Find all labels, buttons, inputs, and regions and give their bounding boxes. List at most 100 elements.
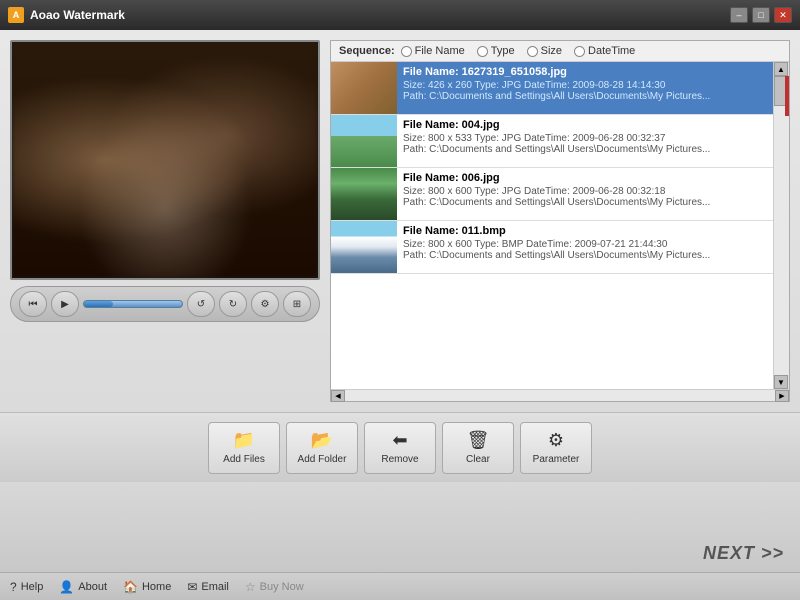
add-files-icon: 📁 xyxy=(233,430,255,451)
title-bar: A Aoao Watermark – □ ✕ xyxy=(0,0,800,30)
add-folder-icon: 📂 xyxy=(311,430,333,451)
add-folder-button[interactable]: 📂 Add Folder xyxy=(286,422,358,474)
help-link[interactable]: ? Help xyxy=(10,580,43,594)
file-list-area: File Name: 1627319_651058.jpgSize: 426 x… xyxy=(331,62,789,389)
progress-bar[interactable] xyxy=(83,300,183,308)
file-meta-2: Size: 800 x 600 Type: JPG DateTime: 2009… xyxy=(403,186,767,197)
sequence-size[interactable]: Size xyxy=(527,45,562,57)
prev-button[interactable]: ⏮ xyxy=(19,291,47,317)
file-thumb-1 xyxy=(331,115,397,167)
sequence-size-label: Size xyxy=(541,45,562,57)
add-files-button[interactable]: 📁 Add Files xyxy=(208,422,280,474)
file-path-2: Path: C:\Documents and Settings\All User… xyxy=(403,197,767,208)
video-content xyxy=(12,42,318,278)
remove-icon: ⬅ xyxy=(392,430,407,451)
file-path-0: Path: C:\Documents and Settings\All User… xyxy=(403,91,767,102)
main-window: ⏮ ▶ ↺ ↻ ⚙ ⊞ Sequence: File Nam xyxy=(0,30,800,600)
home-icon: 🏠 xyxy=(123,580,138,594)
radio-size[interactable] xyxy=(527,46,538,57)
email-icon: ✉ xyxy=(187,580,197,594)
parameter-label: Parameter xyxy=(533,454,580,465)
parameter-icon: ⚙ xyxy=(548,430,564,451)
buynow-label: Buy Now xyxy=(260,581,304,593)
left-panel: ⏮ ▶ ↺ ↻ ⚙ ⊞ xyxy=(10,40,320,402)
file-item-3[interactable]: File Name: 011.bmp Size: 800 x 600 Type: … xyxy=(331,221,773,274)
minimize-button[interactable]: – xyxy=(730,7,748,23)
app-title: Aoao Watermark xyxy=(30,8,125,22)
h-scroll-left[interactable]: ◀ xyxy=(331,390,345,402)
sequence-type[interactable]: Type xyxy=(477,45,515,57)
file-name-3: File Name: 011.bmp xyxy=(403,225,767,237)
play-button[interactable]: ▶ xyxy=(51,291,79,317)
remove-label: Remove xyxy=(381,454,418,465)
file-item-2[interactable]: File Name: 006.jpg Size: 800 x 600 Type: … xyxy=(331,168,773,221)
add-folder-label: Add Folder xyxy=(298,454,347,465)
radio-filename[interactable] xyxy=(401,46,412,57)
video-preview xyxy=(10,40,320,280)
file-name-2: File Name: 006.jpg xyxy=(403,172,767,184)
window-controls: – □ ✕ xyxy=(730,7,792,23)
about-icon: 👤 xyxy=(59,580,74,594)
buynow-link[interactable]: ☆ Buy Now xyxy=(245,580,304,594)
clear-icon: 🗑 xyxy=(467,430,490,451)
sequence-datetime[interactable]: DateTime xyxy=(574,45,635,57)
file-info-1: File Name: 004.jpgSize: 800 x 533 Type: … xyxy=(397,115,773,167)
right-panel: Sequence: File Name Type Size xyxy=(330,40,790,402)
file-path-1: Path: C:\Documents and Settings\All User… xyxy=(403,144,767,155)
app-icon: A xyxy=(8,7,24,23)
h-scroll-right[interactable]: ▶ xyxy=(775,390,789,402)
next-section: NEXT >> xyxy=(0,535,800,572)
file-thumb-3 xyxy=(331,221,397,273)
content-area: ⏮ ▶ ↺ ↻ ⚙ ⊞ Sequence: File Nam xyxy=(0,30,800,412)
file-path-3: Path: C:\Documents and Settings\All User… xyxy=(403,250,767,261)
about-link[interactable]: 👤 About xyxy=(59,580,107,594)
file-info-3: File Name: 011.bmp Size: 800 x 600 Type: … xyxy=(397,221,773,273)
close-button[interactable]: ✕ xyxy=(774,7,792,23)
file-info-0: File Name: 1627319_651058.jpgSize: 426 x… xyxy=(397,62,773,114)
file-item-0[interactable]: File Name: 1627319_651058.jpgSize: 426 x… xyxy=(331,62,773,115)
buynow-icon: ☆ xyxy=(245,580,256,594)
title-bar-left: A Aoao Watermark xyxy=(8,7,125,23)
email-link[interactable]: ✉ Email xyxy=(187,580,229,594)
radio-type[interactable] xyxy=(477,46,488,57)
horizontal-scrollbar: ◀ ▶ xyxy=(331,389,789,401)
file-list-inner: File Name: 1627319_651058.jpgSize: 426 x… xyxy=(331,62,773,389)
settings-button[interactable]: ⚙ xyxy=(251,291,279,317)
home-link[interactable]: 🏠 Home xyxy=(123,580,171,594)
file-thumb-0 xyxy=(331,62,397,114)
remove-button[interactable]: ⬅ Remove xyxy=(364,422,436,474)
bottom-spacer xyxy=(0,482,800,535)
clear-label: Clear xyxy=(466,454,490,465)
help-label: Help xyxy=(21,581,44,593)
sequence-filename-label: File Name xyxy=(415,45,465,57)
radio-datetime[interactable] xyxy=(574,46,585,57)
forward-button[interactable]: ↻ xyxy=(219,291,247,317)
file-thumb-2 xyxy=(331,168,397,220)
add-files-label: Add Files xyxy=(223,454,265,465)
bottom-area: NEXT >> xyxy=(0,482,800,572)
options-button[interactable]: ⊞ xyxy=(283,291,311,317)
scrollbar-down-button[interactable]: ▼ xyxy=(774,375,788,389)
file-meta-3: Size: 800 x 600 Type: BMP DateTime: 2009… xyxy=(403,239,767,250)
rewind-button[interactable]: ↺ xyxy=(187,291,215,317)
h-scroll-track[interactable] xyxy=(345,390,775,401)
scrollbar-up-button[interactable]: ▲ xyxy=(774,62,788,76)
home-label: Home xyxy=(142,581,171,593)
sequence-filename[interactable]: File Name xyxy=(401,45,465,57)
sequence-bar: Sequence: File Name Type Size xyxy=(331,41,789,62)
clear-button[interactable]: 🗑 Clear xyxy=(442,422,514,474)
parameter-button[interactable]: ⚙ Parameter xyxy=(520,422,592,474)
sequence-options: File Name Type Size DateTime xyxy=(401,45,636,57)
restore-button[interactable]: □ xyxy=(752,7,770,23)
file-item-1[interactable]: File Name: 004.jpgSize: 800 x 533 Type: … xyxy=(331,115,773,168)
file-info-2: File Name: 006.jpg Size: 800 x 600 Type: … xyxy=(397,168,773,220)
file-name-1: File Name: 004.jpg xyxy=(403,119,767,131)
sequence-datetime-label: DateTime xyxy=(588,45,635,57)
next-button[interactable]: NEXT >> xyxy=(703,543,784,564)
controls-bar: ⏮ ▶ ↺ ↻ ⚙ ⊞ xyxy=(10,286,320,322)
scrollbar-track[interactable] xyxy=(774,76,789,375)
sequence-label: Sequence: xyxy=(339,45,395,57)
sequence-type-label: Type xyxy=(491,45,515,57)
toolbar: 📁 Add Files 📂 Add Folder ⬅ Remove 🗑 Clea… xyxy=(0,412,800,482)
email-label: Email xyxy=(201,581,229,593)
